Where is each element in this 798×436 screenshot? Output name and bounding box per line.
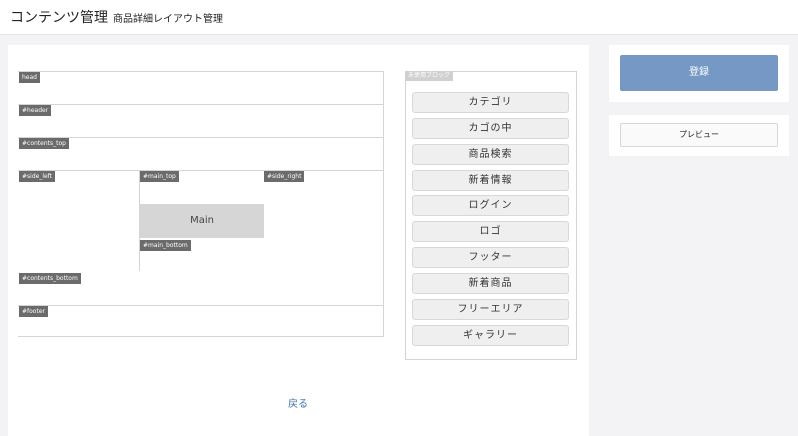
- divider-contents-top: [18, 137, 384, 138]
- divider-header: [18, 104, 384, 105]
- block-item[interactable]: カテゴリ: [412, 92, 569, 113]
- back-link[interactable]: 戻る: [288, 395, 308, 410]
- region-contents-bottom[interactable]: #contents_bottom: [19, 273, 81, 284]
- region-contents-top[interactable]: #contents_top: [19, 138, 69, 149]
- block-item[interactable]: 商品検索: [412, 144, 569, 165]
- divider-footer: [18, 305, 384, 306]
- region-side-left[interactable]: #side_left: [19, 171, 56, 182]
- block-item[interactable]: 新着商品: [412, 273, 569, 294]
- register-button[interactable]: 登録: [620, 55, 778, 91]
- region-footer[interactable]: #footer: [19, 306, 48, 317]
- region-main-bottom[interactable]: #main_bottom: [140, 240, 191, 251]
- block-item[interactable]: ロゴ: [412, 221, 569, 242]
- block-item[interactable]: 新着情報: [412, 170, 569, 191]
- block-item[interactable]: フリーエリア: [412, 299, 569, 320]
- region-side-right[interactable]: #side_right: [264, 171, 305, 182]
- block-item[interactable]: ギャラリー: [412, 325, 569, 346]
- block-item[interactable]: カゴの中: [412, 118, 569, 139]
- unused-blocks-label: 未使用ブロック: [405, 71, 454, 81]
- top-bar: コンテンツ管理 商品詳細レイアウト管理: [0, 0, 798, 35]
- divider-body: [18, 170, 384, 171]
- region-header[interactable]: #header: [19, 105, 52, 116]
- region-main: Main: [140, 204, 264, 238]
- page-title: コンテンツ管理: [10, 10, 108, 26]
- page-subtitle: 商品詳細レイアウト管理: [113, 14, 223, 25]
- region-head[interactable]: head: [19, 72, 40, 83]
- block-item[interactable]: ログイン: [412, 195, 569, 216]
- region-main-top[interactable]: #main_top: [140, 171, 179, 182]
- block-item[interactable]: フッター: [412, 247, 569, 268]
- preview-button[interactable]: プレビュー: [620, 123, 778, 147]
